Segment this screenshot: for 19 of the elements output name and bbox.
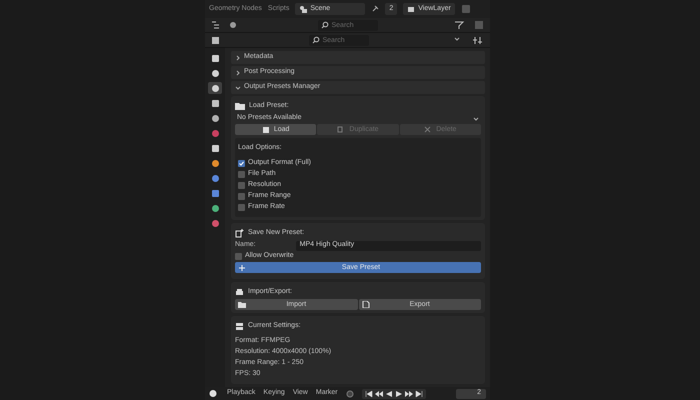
delete-icon	[424, 126, 432, 134]
folder-icon	[235, 102, 245, 110]
new-file-icon	[235, 228, 244, 238]
jump-end-icon[interactable]	[414, 390, 423, 398]
play-icon[interactable]	[394, 390, 403, 398]
plus-icon	[239, 264, 245, 270]
next-key-icon[interactable]	[404, 390, 413, 398]
file-icon	[362, 301, 370, 308]
filter-icon[interactable]	[454, 20, 466, 30]
scene-icon	[299, 5, 308, 13]
previous-key-icon[interactable]	[374, 390, 383, 398]
folder-icon	[238, 301, 246, 308]
play-reverse-icon[interactable]	[384, 390, 393, 398]
properties-tab[interactable]	[208, 82, 222, 94]
record-icon[interactable]	[346, 390, 354, 398]
settings-list-icon	[235, 322, 244, 330]
check-icon	[238, 160, 245, 167]
printer-icon	[235, 288, 244, 296]
jump-start-icon[interactable]	[364, 390, 373, 398]
